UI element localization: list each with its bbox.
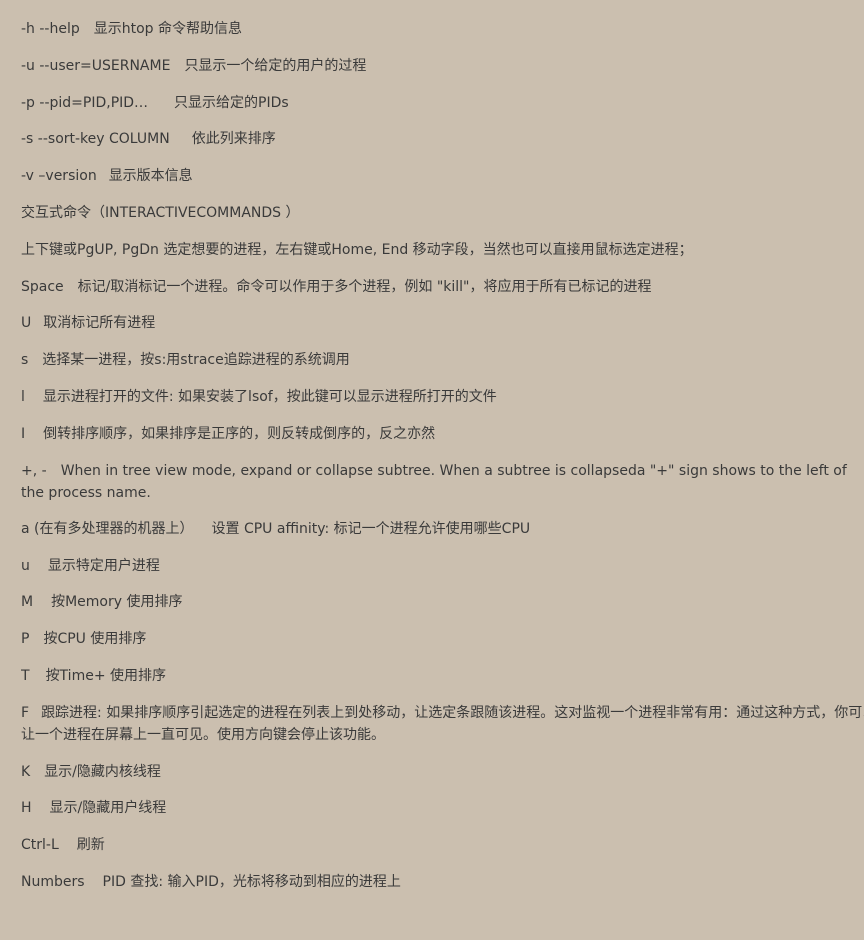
command-description: 显示/隐藏用户线程 bbox=[49, 800, 167, 817]
command-description-continued: 让一个进程在屏幕上一直可见。使用方向键会停止该功能。 bbox=[21, 726, 385, 743]
option-key: -h --help bbox=[21, 21, 80, 37]
command-F-first-row: F 跟踪进程: 如果排序顺序引起选定的进程在列表上到处移动，让选定条跟随该进程。这… bbox=[21, 702, 864, 724]
command-key: u bbox=[21, 557, 30, 574]
command-description: 取消标记所有进程 bbox=[43, 315, 156, 332]
option-description: 依此列来排序 bbox=[191, 131, 276, 148]
command-description: 倒转排序顺序，如果排序是正序的，则反转成倒序的，反之亦然 bbox=[43, 425, 436, 442]
command-key: H bbox=[21, 800, 32, 817]
command-key: T bbox=[21, 667, 30, 684]
navigation-text: 上下键或PgUP, PgDn 选定想要的进程，左右键或Home, End 移动字… bbox=[21, 241, 693, 258]
section-heading: 交互式命令（INTERACTIVECOMMANDS ） bbox=[21, 204, 300, 221]
option-key: -p --pid=PID,PID… bbox=[21, 94, 149, 111]
command-key: Numbers bbox=[21, 873, 85, 890]
command-M: M 按Memory 使用排序 bbox=[21, 591, 864, 613]
command-description: 显示特定用户进程 bbox=[47, 557, 160, 574]
command-key: M bbox=[21, 594, 34, 611]
command-key: Space bbox=[21, 278, 64, 295]
command-description: PID 查找: 输入PID，光标将移动到相应的进程上 bbox=[102, 873, 401, 890]
command-H: H 显示/隐藏用户线程 bbox=[21, 797, 864, 819]
option-help: -h --help 显示htop 命令帮助信息 bbox=[21, 18, 864, 40]
command-P: P 按CPU 使用排序 bbox=[21, 628, 864, 650]
htop-help-document: -h --help 显示htop 命令帮助信息 -u --user=USERNAM… bbox=[21, 18, 864, 908]
command-description: 按Memory 使用排序 bbox=[51, 594, 183, 611]
command-T: T 按Time+ 使用排序 bbox=[21, 665, 864, 687]
command-key: a (在有多处理器的机器上） bbox=[21, 520, 194, 537]
command-u: u 显示特定用户进程 bbox=[21, 555, 864, 577]
command-plus-minus: +, - When in tree view mode, expand or co… bbox=[21, 460, 864, 504]
option-key: -v –version bbox=[21, 168, 97, 185]
command-key: F bbox=[21, 704, 30, 721]
command-F: F 跟踪进程: 如果排序顺序引起选定的进程在列表上到处移动，让选定条跟随该进程。这… bbox=[21, 702, 864, 746]
option-sort-key: -s --sort-key COLUMN 依此列来排序 bbox=[21, 128, 864, 150]
option-description: 只显示一个给定的用户的过程 bbox=[184, 57, 367, 74]
option-version: -v –version 显示版本信息 bbox=[21, 165, 864, 187]
command-key: Ctrl-L bbox=[21, 837, 59, 854]
command-a: a (在有多处理器的机器上） 设置 CPU affinity: 标记一个进程允许使… bbox=[21, 518, 864, 540]
command-description: 选择某一进程，按s:用strace追踪进程的系统调用 bbox=[42, 352, 350, 369]
navigation-note: 上下键或PgUP, PgDn 选定想要的进程，左右键或Home, End 移动字… bbox=[21, 239, 864, 261]
option-key: -u --user=USERNAME bbox=[21, 57, 171, 74]
option-description: 只显示给定的PIDs bbox=[174, 94, 289, 111]
option-description: 显示版本信息 bbox=[108, 168, 193, 185]
command-I: I 倒转排序顺序，如果排序是正序的，则反转成倒序的，反之亦然 bbox=[21, 423, 864, 445]
command-description: When in tree view mode, expand or collap… bbox=[21, 462, 847, 501]
command-description: 显示/隐藏内核线程 bbox=[44, 763, 161, 780]
command-description: 设置 CPU affinity: 标记一个进程允许使用哪些CPU bbox=[211, 520, 531, 537]
command-key: s bbox=[21, 352, 29, 369]
command-key: l bbox=[21, 388, 25, 405]
command-key: +, - bbox=[21, 462, 47, 479]
command-s: s 选择某一进程，按s:用strace追踪进程的系统调用 bbox=[21, 349, 864, 371]
option-user: -u --user=USERNAME 只显示一个给定的用户的过程 bbox=[21, 55, 864, 77]
command-description: 标记/取消标记一个进程。命令可以作用于多个进程，例如 "kill"，将应用于所有… bbox=[77, 278, 652, 295]
command-description: 按CPU 使用排序 bbox=[43, 631, 147, 648]
command-key: I bbox=[21, 425, 26, 442]
command-K: K 显示/隐藏内核线程 bbox=[21, 761, 864, 783]
command-key: U bbox=[21, 315, 32, 332]
command-numbers: Numbers PID 查找: 输入PID，光标将移动到相应的进程上 bbox=[21, 871, 864, 893]
option-description: 显示htop 命令帮助信息 bbox=[93, 21, 243, 37]
command-description: 刷新 bbox=[76, 837, 105, 854]
command-description: 跟踪进程: 如果排序顺序引起选定的进程在列表上到处移动，让选定条跟随该进程。这对… bbox=[41, 704, 864, 721]
command-description: 显示进程打开的文件: 如果安装了lsof，按此键可以显示进程所打开的文件 bbox=[42, 388, 497, 405]
command-key: P bbox=[21, 631, 30, 648]
command-description: 按Time+ 使用排序 bbox=[45, 667, 167, 684]
command-U: U 取消标记所有进程 bbox=[21, 312, 864, 334]
option-key: -s --sort-key COLUMN bbox=[21, 131, 170, 148]
command-l: l 显示进程打开的文件: 如果安装了lsof，按此键可以显示进程所打开的文件 bbox=[21, 386, 864, 408]
option-pid: -p --pid=PID,PID… 只显示给定的PIDs bbox=[21, 92, 864, 114]
command-space: Space 标记/取消标记一个进程。命令可以作用于多个进程，例如 "kill"，将… bbox=[21, 276, 864, 298]
section-heading-interactive-commands: 交互式命令（INTERACTIVECOMMANDS ） bbox=[21, 202, 864, 224]
command-key: K bbox=[21, 763, 31, 780]
command-ctrl-l: Ctrl-L 刷新 bbox=[21, 834, 864, 856]
